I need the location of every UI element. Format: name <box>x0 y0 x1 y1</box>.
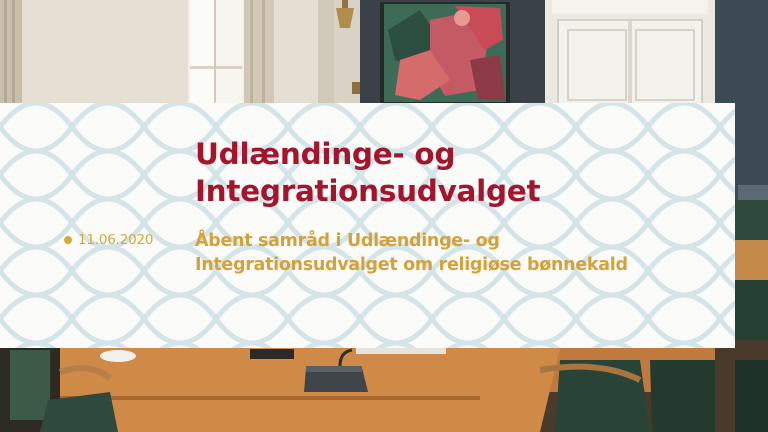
subtitle-line-1: Åbent samråd i Udlændinge- og <box>195 231 500 251</box>
session-subtitle: Åbent samråd i Udlændinge- og Integratio… <box>195 229 725 277</box>
title-line-2: Integrationsudvalget <box>195 174 541 208</box>
subtitle-line-2: Integrationsudvalget om religiøse bønnek… <box>195 255 628 275</box>
date-row: 11.06.2020 <box>64 230 153 250</box>
date-label: 11.06.2020 <box>78 232 154 248</box>
committee-title: Udlændinge- og Integrationsudvalget <box>195 136 715 210</box>
bullet-dot-icon <box>64 236 72 244</box>
video-frame: Udlændinge- og Integrationsudvalget 11.0… <box>0 0 768 432</box>
title-line-1: Udlændinge- og <box>195 137 456 171</box>
